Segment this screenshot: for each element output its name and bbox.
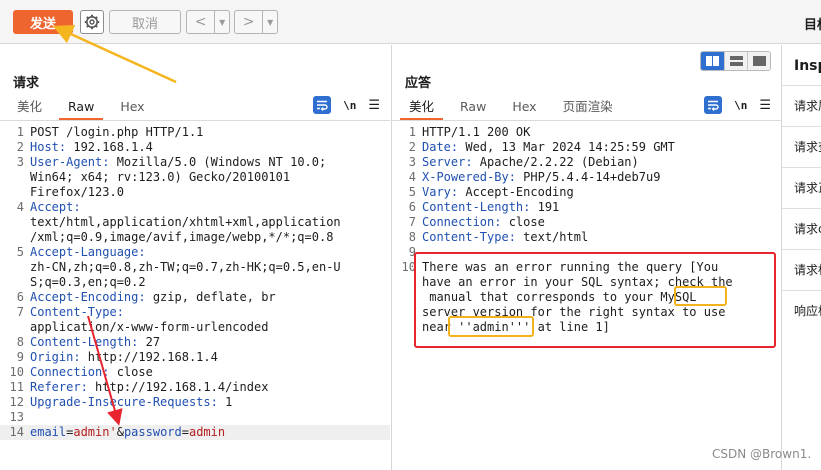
send-arrow [52,25,177,84]
annotation-arrows [52,25,177,426]
payload-arrow [87,315,123,426]
watermark: CSDN @Brown1. [712,447,812,461]
